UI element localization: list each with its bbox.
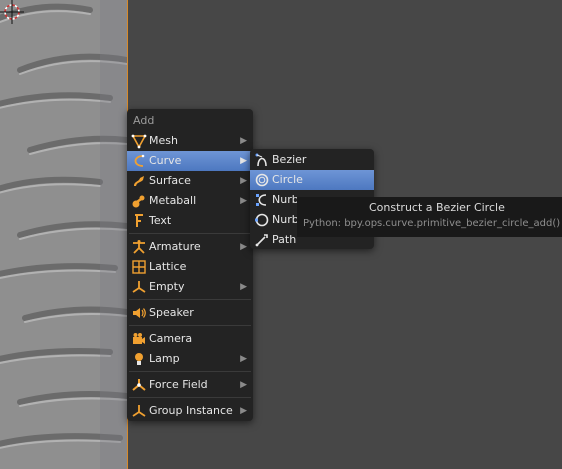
lattice-icon — [132, 260, 146, 274]
mesh-icon — [131, 134, 147, 149]
menu-item-label: Lattice — [149, 260, 187, 273]
armature-icon — [133, 240, 145, 254]
add-menu: Add Mesh ▶ Curve ▶ Surface ▶ Metaball ▶ … — [127, 109, 253, 421]
nurbs-curve-icon — [256, 194, 267, 206]
submenu-arrow-icon: ▶ — [240, 136, 247, 146]
path-icon — [255, 234, 268, 247]
menu-item-force-field[interactable]: Force Field ▶ — [127, 375, 253, 395]
submenu-item-label: Circle — [272, 173, 303, 186]
menu-item-surface[interactable]: Surface ▶ — [127, 171, 253, 191]
tire-tread-texture — [0, 0, 127, 469]
menu-item-label: Group Instance — [149, 404, 233, 417]
empty-icon — [132, 281, 146, 293]
lamp-icon — [135, 353, 143, 365]
submenu-arrow-icon: ▶ — [240, 406, 247, 416]
submenu-item-label: Nurb — [272, 213, 299, 226]
menu-item-empty[interactable]: Empty ▶ — [127, 277, 253, 297]
submenu-arrow-icon: ▶ — [240, 156, 247, 166]
tooltip-python-path: Python: bpy.ops.curve.primitive_bezier_c… — [303, 218, 561, 229]
submenu-arrow-icon: ▶ — [240, 282, 247, 292]
menu-item-camera[interactable]: Camera — [127, 329, 253, 349]
submenu-item-label: Nurb — [272, 193, 299, 206]
menu-item-text[interactable]: Text — [127, 211, 253, 231]
3d-viewport[interactable] — [0, 0, 128, 469]
tooltip-title: Construct a Bezier Circle — [369, 201, 505, 214]
bezier-icon — [255, 153, 267, 167]
submenu-arrow-icon: ▶ — [240, 196, 247, 206]
operator-tooltip: Construct a Bezier Circle Python: bpy.op… — [297, 197, 562, 237]
submenu-arrow-icon: ▶ — [240, 176, 247, 186]
menu-title: Add — [133, 114, 155, 127]
menu-item-mesh[interactable]: Mesh ▶ — [127, 131, 253, 151]
menu-item-label: Metaball — [149, 194, 197, 207]
menu-item-label: Camera — [149, 332, 193, 345]
menu-item-label: Surface — [149, 174, 191, 187]
menu-separator — [129, 325, 251, 326]
group-instance-icon — [132, 405, 146, 417]
camera-icon — [133, 333, 145, 344]
menu-item-armature[interactable]: Armature ▶ — [127, 237, 253, 257]
menu-item-label: Lamp — [149, 352, 180, 365]
text-icon — [135, 214, 143, 227]
menu-item-lattice[interactable]: Lattice — [127, 257, 253, 277]
menu-item-group-instance[interactable]: Group Instance ▶ — [127, 401, 253, 421]
submenu-arrow-icon: ▶ — [240, 380, 247, 390]
menu-separator — [129, 233, 251, 234]
metaball-icon — [132, 195, 145, 208]
menu-item-label: Text — [149, 214, 172, 227]
menu-item-metaball[interactable]: Metaball ▶ — [127, 191, 253, 211]
circle-icon — [255, 173, 269, 187]
submenu-item-bezier[interactable]: Bezier — [250, 150, 374, 170]
menu-item-label: Mesh — [149, 134, 178, 147]
nurbs-circle-icon — [255, 213, 269, 227]
menu-item-curve[interactable]: Curve ▶ — [127, 151, 253, 171]
menu-item-lamp[interactable]: Lamp ▶ — [127, 349, 253, 369]
surface-icon — [134, 176, 144, 186]
curve-icon — [134, 154, 145, 167]
menu-item-label: Armature — [149, 240, 201, 253]
submenu-item-label: Bezier — [272, 153, 307, 166]
submenu-arrow-icon: ▶ — [240, 354, 247, 364]
menu-item-label: Curve — [149, 154, 182, 167]
menu-item-label: Empty — [149, 280, 185, 293]
menu-separator — [129, 397, 251, 398]
submenu-item-label: Path — [272, 233, 297, 246]
menu-item-speaker[interactable]: Speaker — [127, 303, 253, 323]
submenu-arrow-icon: ▶ — [240, 242, 247, 252]
speaker-icon — [133, 308, 146, 318]
menu-item-label: Speaker — [149, 306, 194, 319]
menu-item-label: Force Field — [149, 378, 208, 391]
3d-cursor-icon[interactable] — [0, 0, 24, 24]
submenu-item-circle[interactable]: Circle — [250, 170, 374, 190]
force-field-icon — [132, 379, 146, 391]
menu-separator — [129, 299, 251, 300]
menu-separator — [129, 371, 251, 372]
